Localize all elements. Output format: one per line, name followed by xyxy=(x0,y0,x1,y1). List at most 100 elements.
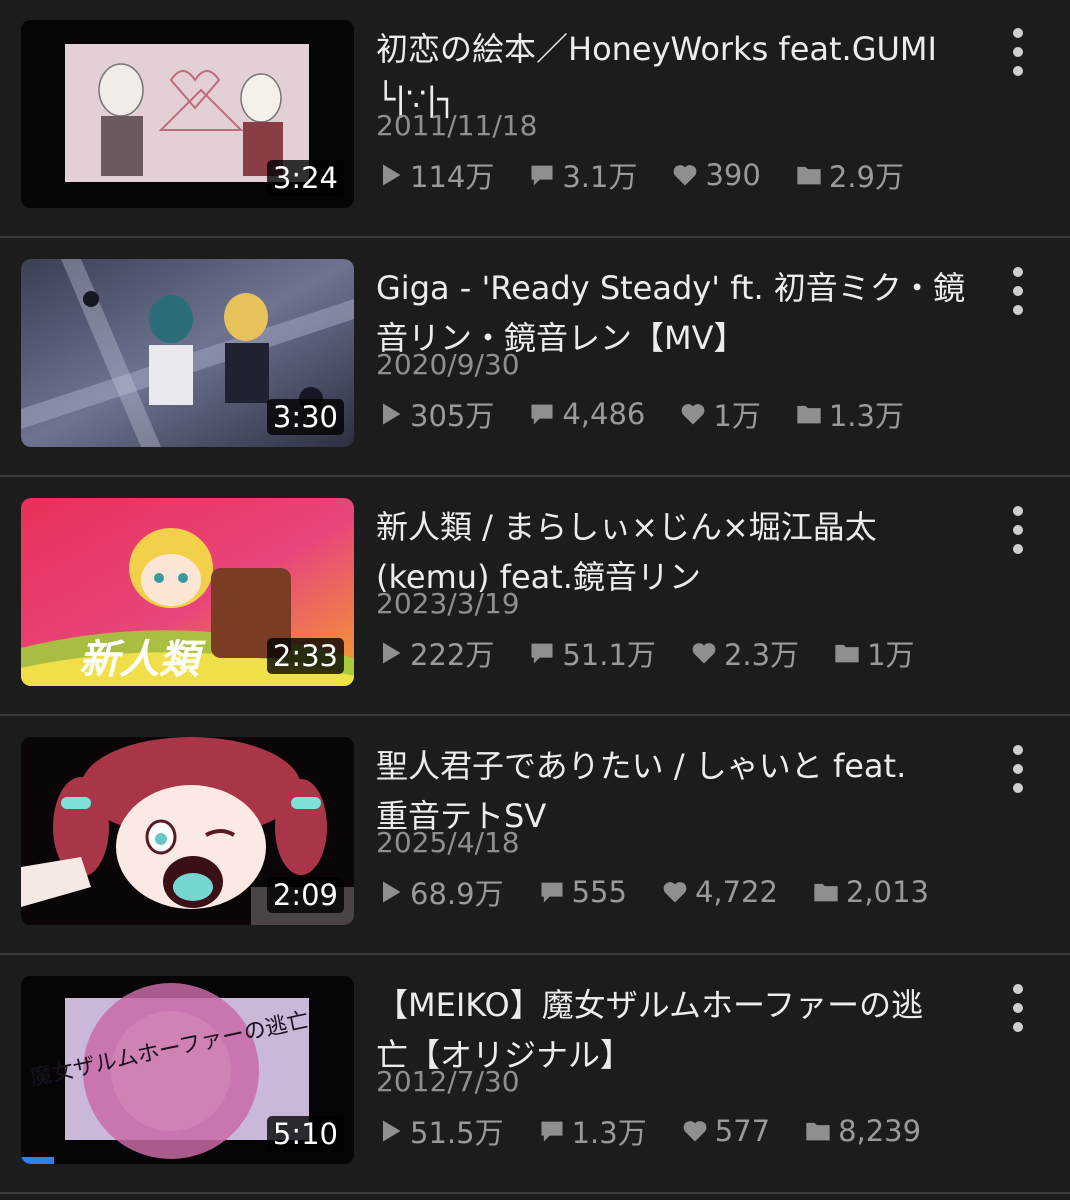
thumbnail-text: 新人類 xyxy=(79,637,207,683)
likes-stat: 1万 xyxy=(679,393,761,435)
view-count: 68.9万 xyxy=(410,877,504,911)
folder-icon xyxy=(797,166,821,185)
heart-icon xyxy=(663,882,687,903)
video-thumbnail[interactable]: 2:09 xyxy=(21,737,354,925)
comments-stat: 51.1万 xyxy=(528,632,656,674)
mylist-count: 2,013 xyxy=(845,875,929,909)
video-stats: 51.5万 1.3万 577 8,239 xyxy=(376,1111,955,1151)
views-stat: 68.9万 xyxy=(376,871,504,913)
comment-count: 4,486 xyxy=(562,397,646,431)
heart-icon xyxy=(674,165,697,186)
mylist-stat: 1.3万 xyxy=(795,393,904,435)
dot-icon xyxy=(1013,764,1023,774)
video-stats: 305万 4,486 1万 1.3万 xyxy=(376,394,938,434)
views-stat: 305万 xyxy=(376,393,494,435)
upload-date: 2023/3/19 xyxy=(376,587,520,620)
video-item[interactable]: 3:24 初恋の絵本／HoneyWorks feat.GUMI └|∵|┐ 20… xyxy=(0,0,1070,238)
view-count: 222万 xyxy=(410,638,495,672)
upload-date: 2025/4/18 xyxy=(376,826,520,859)
comment-icon xyxy=(541,882,563,903)
video-item[interactable]: 2:09 聖人君子でありたい / しゃいと feat. 重音テトSV 2025/… xyxy=(0,717,1070,955)
mylist-stat: 2.9万 xyxy=(795,154,904,196)
comment-icon xyxy=(531,643,553,664)
upload-date: 2020/9/30 xyxy=(376,348,520,381)
dot-icon xyxy=(1013,305,1023,315)
upload-date: 2012/7/30 xyxy=(376,1065,520,1098)
upload-date: 2011/11/18 xyxy=(376,109,538,142)
mylist-count: 1.3万 xyxy=(828,399,904,433)
heart-icon xyxy=(692,643,716,664)
dot-icon xyxy=(1013,544,1023,554)
dot-icon xyxy=(1013,267,1023,277)
comments-stat: 1.3万 xyxy=(538,1110,647,1152)
comment-count: 555 xyxy=(571,875,627,909)
video-stats: 68.9万 555 4,722 2,013 xyxy=(376,872,963,912)
more-options-button[interactable] xyxy=(1000,745,1036,793)
like-count: 2.3万 xyxy=(723,638,800,672)
play-icon xyxy=(383,164,401,186)
dot-icon xyxy=(1013,47,1023,57)
watch-progress-bar xyxy=(21,1157,55,1164)
video-duration: 3:30 xyxy=(266,399,344,435)
views-stat: 51.5万 xyxy=(376,1110,504,1152)
likes-stat: 577 xyxy=(681,1114,770,1148)
dot-icon xyxy=(1013,1003,1023,1013)
folder-icon xyxy=(797,405,821,424)
video-duration: 2:09 xyxy=(266,877,344,913)
comment-count: 3.1万 xyxy=(562,160,638,194)
dot-icon xyxy=(1013,28,1023,38)
mylist-stat: 1万 xyxy=(833,632,915,674)
mylist-count: 8,239 xyxy=(838,1114,922,1148)
comment-icon xyxy=(531,404,553,425)
mylist-stat: 8,239 xyxy=(804,1114,921,1148)
heart-icon xyxy=(682,404,705,425)
mylist-stat: 2,013 xyxy=(812,875,929,909)
folder-icon xyxy=(835,644,859,663)
play-icon xyxy=(383,403,401,425)
video-thumbnail[interactable]: 3:30 xyxy=(21,259,354,447)
video-stats: 222万 51.1万 2.3万 1万 xyxy=(376,633,949,673)
folder-icon xyxy=(806,1122,830,1141)
comment-icon xyxy=(531,165,553,186)
dot-icon xyxy=(1013,66,1023,76)
view-count: 114万 xyxy=(410,160,495,194)
like-count: 1万 xyxy=(713,399,761,433)
like-count: 577 xyxy=(714,1114,771,1148)
mylist-count: 2.9万 xyxy=(828,160,904,194)
video-item[interactable]: 魔女ザルムホーファーの逃亡 5:10 【MEIKO】魔女ザルムホーファーの逃 亡… xyxy=(0,956,1070,1194)
like-count: 390 xyxy=(705,158,761,192)
views-stat: 114万 xyxy=(376,154,494,196)
comment-icon xyxy=(541,1121,563,1142)
video-item[interactable]: 3:30 Giga - 'Ready Steady' ft. 初音ミク・鏡 音リ… xyxy=(0,239,1070,477)
dot-icon xyxy=(1013,745,1023,755)
views-stat: 222万 xyxy=(376,632,494,674)
play-icon xyxy=(383,642,401,664)
video-thumbnail[interactable]: 新人類 2:33 xyxy=(21,498,354,686)
likes-stat: 2.3万 xyxy=(690,632,799,674)
play-icon xyxy=(383,881,401,903)
play-icon xyxy=(383,1120,401,1142)
dot-icon xyxy=(1013,286,1023,296)
comments-stat: 3.1万 xyxy=(528,154,637,196)
comment-count: 51.1万 xyxy=(562,638,656,672)
likes-stat: 390 xyxy=(671,158,761,192)
video-duration: 3:24 xyxy=(266,160,344,196)
more-options-button[interactable] xyxy=(1000,28,1036,76)
video-duration: 5:10 xyxy=(266,1116,344,1152)
video-item[interactable]: 新人類 2:33 新人類 / まらしぃ×じん×堀江晶太 (kemu) feat.… xyxy=(0,478,1070,716)
like-count: 4,722 xyxy=(694,875,778,909)
folder-icon xyxy=(814,883,838,902)
comments-stat: 555 xyxy=(538,875,627,909)
video-thumbnail[interactable]: 魔女ザルムホーファーの逃亡 5:10 xyxy=(21,976,354,1164)
comments-stat: 4,486 xyxy=(528,397,645,431)
view-count: 51.5万 xyxy=(410,1116,504,1150)
more-options-button[interactable] xyxy=(1000,267,1036,315)
video-list: 3:24 初恋の絵本／HoneyWorks feat.GUMI └|∵|┐ 20… xyxy=(0,0,1070,1200)
dot-icon xyxy=(1013,783,1023,793)
dot-icon xyxy=(1013,506,1023,516)
likes-stat: 4,722 xyxy=(661,875,778,909)
view-count: 305万 xyxy=(410,399,495,433)
more-options-button[interactable] xyxy=(1000,984,1036,1032)
more-options-button[interactable] xyxy=(1000,506,1036,554)
video-thumbnail[interactable]: 3:24 xyxy=(21,20,354,208)
